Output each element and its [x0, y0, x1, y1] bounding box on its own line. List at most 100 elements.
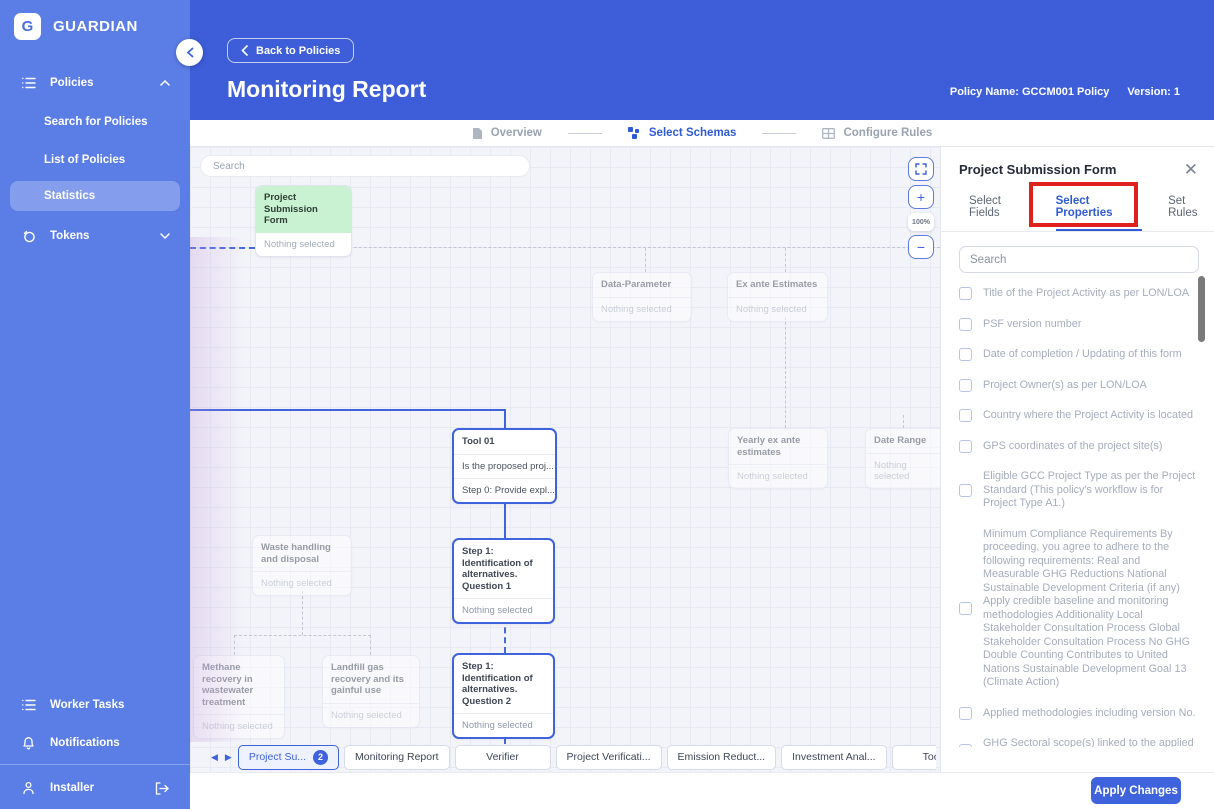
node-row: Step 0: Provide expl... — [454, 477, 555, 502]
bottom-tab-verifier[interactable]: Verifier — [454, 744, 551, 770]
property-item[interactable]: Applied methodologies including version … — [959, 707, 1198, 721]
guardian-logo-icon: G — [14, 13, 41, 40]
chevron-up-icon — [160, 80, 170, 86]
node-methane-recovery[interactable]: Methane recovery in wastewater treatment… — [193, 655, 285, 739]
schema-tab-bar: ◀ ▶ Project Su... 2 Monitoring Report Ve… — [210, 744, 936, 770]
checkbox[interactable] — [959, 483, 972, 497]
property-item[interactable]: Minimum Compliance Requirements By proce… — [959, 528, 1198, 690]
checkbox[interactable] — [959, 317, 972, 331]
close-icon[interactable]: ✕ — [1184, 161, 1198, 178]
node-waste-handling[interactable]: Waste handling and disposal Nothing sele… — [252, 535, 352, 596]
logout-icon[interactable] — [155, 781, 170, 795]
step-select-schemas[interactable]: Select Schemas — [627, 127, 736, 139]
node-title: Date Range — [874, 435, 927, 446]
bottom-tab-monitoring-report[interactable]: Monitoring Report — [344, 744, 450, 770]
node-ex-ante-estimates[interactable]: Ex ante Estimates Nothing selected — [727, 272, 828, 322]
node-body: Nothing selected — [593, 296, 691, 321]
tab-scroll-left-button[interactable]: ◀ — [210, 752, 219, 763]
property-item[interactable]: Country where the Project Activity is lo… — [959, 409, 1198, 423]
node-title: Step 1: Identification of alternatives. … — [462, 546, 533, 592]
sidebar-item-notifications[interactable]: Notifications — [0, 728, 190, 758]
node-step1-question1[interactable]: Step 1: Identification of alternatives. … — [452, 538, 555, 624]
sidebar-divider — [0, 764, 190, 765]
node-title: Ex ante Estimates — [736, 279, 818, 290]
panel-search-input[interactable] — [959, 246, 1199, 273]
panel-title: Project Submission Form — [959, 162, 1117, 177]
tab-scroll-right-button[interactable]: ▶ — [224, 752, 233, 763]
footer-bar: Apply Changes — [190, 772, 1214, 809]
node-tool-01[interactable]: Tool 01 Is the proposed proj... Step 0: … — [452, 428, 557, 504]
property-item[interactable]: GHG Sectoral scope(s) linked to the appl… — [959, 737, 1198, 747]
connector — [304, 247, 940, 248]
connector — [785, 317, 786, 428]
property-item[interactable]: GPS coordinates of the project site(s) — [959, 440, 1198, 454]
sidebar-item-worker-tasks[interactable]: Worker Tasks — [0, 690, 190, 720]
bottom-tab-project-submission[interactable]: Project Su... 2 — [237, 744, 340, 770]
panel-tabs: Select Fields Select Properties Set Rule… — [941, 177, 1214, 232]
fit-to-screen-button[interactable] — [908, 157, 934, 181]
checkbox[interactable] — [959, 348, 972, 362]
properties-list: Title of the Project Activity as per LON… — [941, 287, 1214, 747]
user-icon — [22, 781, 38, 795]
sidebar-item-statistics[interactable]: Statistics — [10, 181, 180, 211]
checkbox[interactable] — [959, 439, 972, 453]
tab-select-fields[interactable]: Select Fields — [969, 195, 1030, 231]
step-configure-rules[interactable]: Configure Rules — [822, 127, 932, 139]
apply-changes-button[interactable]: Apply Changes — [1091, 777, 1181, 804]
connector — [190, 409, 506, 411]
property-item[interactable]: Title of the Project Activity as per LON… — [959, 287, 1198, 301]
checkbox[interactable] — [959, 409, 972, 423]
node-landfill-gas-recovery[interactable]: Landfill gas recovery and its gainful us… — [322, 655, 420, 728]
bottom-tab-tool-07[interactable]: Tool 07 — [891, 744, 936, 770]
policy-meta: Policy Name: GCCM001 Policy Version: 1 — [950, 86, 1180, 98]
node-title: Landfill gas recovery and its gainful us… — [331, 662, 404, 696]
checkbox[interactable] — [959, 602, 972, 615]
checkbox[interactable] — [959, 378, 972, 392]
schema-icon — [627, 127, 639, 139]
sidebar-item-policies[interactable]: Policies — [0, 68, 190, 98]
node-step1-question2[interactable]: Step 1: Identification of alternatives. … — [452, 653, 555, 739]
back-to-policies-button[interactable]: Back to Policies — [227, 38, 355, 63]
node-body: Nothing selected — [866, 452, 940, 488]
list-icon — [22, 77, 38, 89]
brand: G GUARDIAN — [14, 13, 138, 40]
property-item[interactable]: PSF version number — [959, 318, 1198, 332]
panel-scrollbar[interactable] — [1198, 276, 1205, 342]
table-icon — [822, 127, 836, 139]
sidebar-item-label: Notifications — [50, 737, 120, 749]
sidebar-item-label: Tokens — [50, 230, 90, 242]
sidebar-item-tokens[interactable]: Tokens — [0, 221, 190, 251]
tab-set-rules[interactable]: Set Rules — [1168, 195, 1214, 231]
bottom-tab-investment-analysis[interactable]: Investment Anal... — [781, 744, 887, 770]
zoom-level: 100% — [908, 213, 934, 231]
sidebar: G GUARDIAN Policies Search for Policies … — [0, 0, 190, 809]
brand-name: GUARDIAN — [53, 18, 138, 35]
bottom-tab-emission-reduction[interactable]: Emission Reduct... — [666, 744, 777, 770]
checkbox[interactable] — [959, 706, 972, 720]
node-body: Nothing selected — [729, 464, 827, 488]
sidebar-item-list-of-policies[interactable]: List of Policies — [0, 145, 190, 175]
step-overview[interactable]: Overview — [472, 127, 542, 140]
node-data-parameter[interactable]: Data-Parameter Nothing selected — [592, 272, 692, 322]
sidebar-item-search-for-policies[interactable]: Search for Policies — [0, 107, 190, 137]
property-item[interactable]: Project Owner(s) as per LON/LOA — [959, 379, 1198, 393]
property-item[interactable]: Eligible GCC Project Type as per the Pro… — [959, 470, 1198, 511]
schema-canvas[interactable]: + 100% − Project Submission Form Nothing… — [190, 147, 940, 772]
node-yearly-ex-ante-estimates[interactable]: Yearly ex ante estimates Nothing selecte… — [728, 428, 828, 489]
connector — [903, 415, 904, 428]
node-title: Project Submission Form — [256, 186, 351, 233]
checkbox[interactable] — [959, 287, 972, 301]
checkbox[interactable] — [959, 744, 972, 747]
sidebar-collapse-button[interactable] — [176, 39, 203, 66]
node-date-range[interactable]: Date Range Nothing selected — [865, 428, 940, 489]
zoom-in-button[interactable]: + — [908, 185, 934, 209]
node-project-submission-form[interactable]: Project Submission Form Nothing selected — [255, 185, 352, 257]
page-header: Back to Policies Monitoring Report Polic… — [190, 0, 1214, 120]
property-item[interactable]: Date of completion / Updating of this fo… — [959, 348, 1198, 362]
tab-select-properties[interactable]: Select Properties — [1055, 195, 1143, 231]
sidebar-item-installer[interactable]: Installer — [0, 773, 190, 803]
zoom-out-button[interactable]: − — [908, 235, 934, 259]
bottom-tab-project-verification[interactable]: Project Verificati... — [555, 744, 662, 770]
node-title: Step 1: Identification of alternatives. … — [462, 661, 533, 707]
canvas-search-input[interactable] — [200, 155, 530, 177]
